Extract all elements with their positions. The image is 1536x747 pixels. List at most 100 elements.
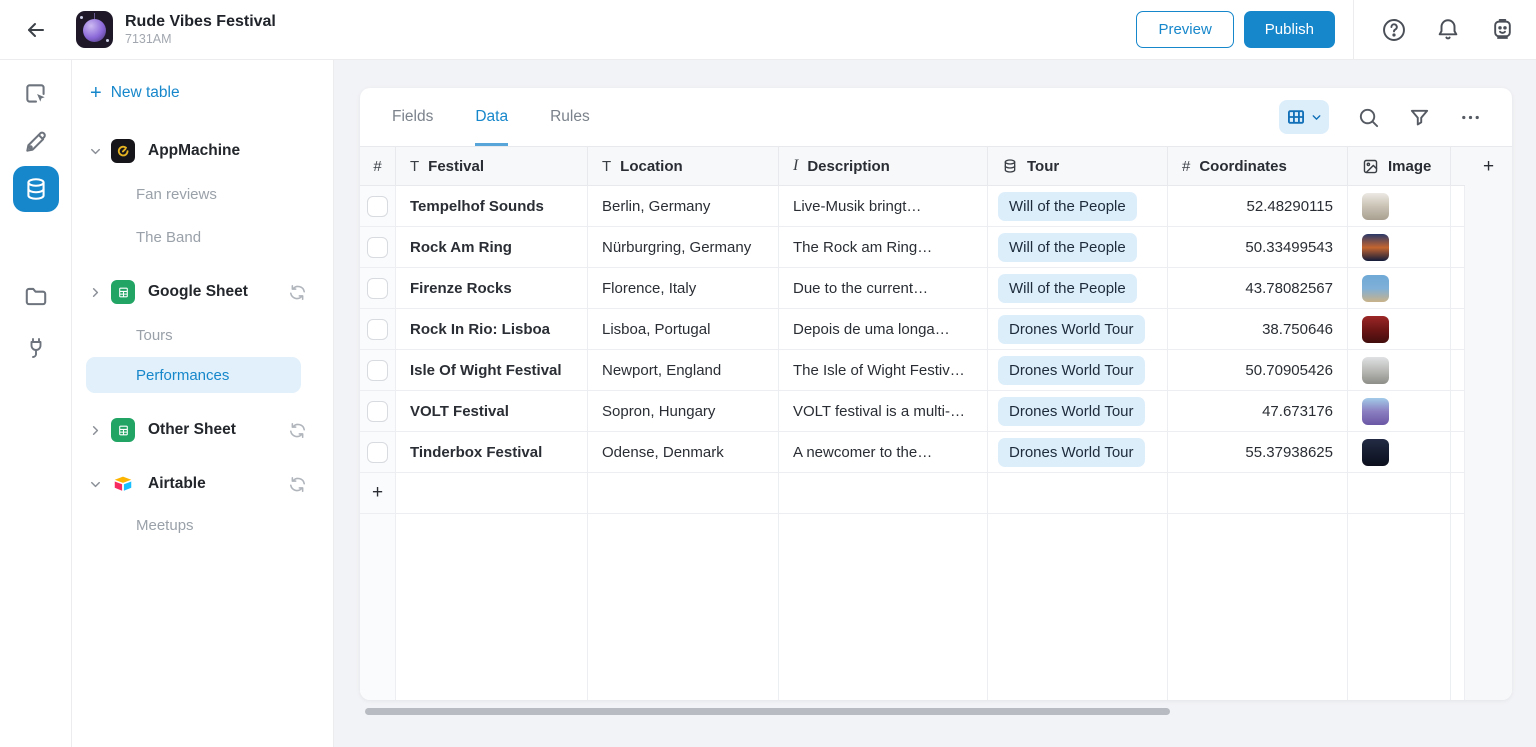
add-column-button[interactable]: + bbox=[1465, 147, 1512, 186]
column-header-coordinates[interactable]: # Coordinates bbox=[1168, 147, 1348, 186]
column-header-image[interactable]: Image bbox=[1348, 147, 1451, 186]
horizontal-scrollbar[interactable] bbox=[365, 708, 1170, 715]
rail-design-button[interactable] bbox=[22, 128, 50, 156]
cell-tour[interactable]: Drones World Tour bbox=[988, 309, 1168, 350]
chevron-down-icon[interactable] bbox=[88, 144, 104, 159]
cell-festival[interactable]: Tinderbox Festival bbox=[396, 432, 588, 473]
cell-description[interactable]: The Isle of Wight Festiv… bbox=[779, 350, 988, 391]
image-thumbnail[interactable] bbox=[1362, 398, 1389, 425]
sidebar-item-performances[interactable]: Performances bbox=[86, 357, 301, 393]
cell-tour[interactable]: Will of the People bbox=[988, 268, 1168, 309]
row-checkbox[interactable] bbox=[367, 278, 388, 299]
sidebar-group-google-sheet[interactable]: Google Sheet bbox=[72, 275, 333, 309]
cell-coordinates[interactable]: 38.750646 bbox=[1168, 309, 1348, 350]
tab-fields[interactable]: Fields bbox=[392, 88, 433, 146]
cell-coordinates[interactable]: 50.33499543 bbox=[1168, 227, 1348, 268]
chevron-down-icon[interactable] bbox=[88, 477, 104, 492]
column-header-festival[interactable]: T Festival bbox=[396, 147, 588, 186]
cell-festival[interactable]: Firenze Rocks bbox=[396, 268, 588, 309]
image-thumbnail[interactable] bbox=[1362, 234, 1389, 261]
help-button[interactable] bbox=[1374, 10, 1414, 50]
image-thumbnail[interactable] bbox=[1362, 316, 1389, 343]
column-header-description[interactable]: I Description bbox=[779, 147, 988, 186]
chevron-right-icon[interactable] bbox=[88, 423, 104, 438]
cell-location[interactable]: Florence, Italy bbox=[588, 268, 779, 309]
cell-festival[interactable]: Rock In Rio: Lisboa bbox=[396, 309, 588, 350]
row-checkbox[interactable] bbox=[367, 196, 388, 217]
column-header-location[interactable]: T Location bbox=[588, 147, 779, 186]
refresh-icon[interactable] bbox=[288, 475, 307, 494]
cell-location[interactable]: Odense, Denmark bbox=[588, 432, 779, 473]
back-button[interactable] bbox=[16, 10, 56, 50]
new-table-button[interactable]: + New table bbox=[90, 78, 180, 108]
refresh-icon[interactable] bbox=[288, 421, 307, 440]
cell-image[interactable] bbox=[1348, 391, 1451, 432]
rail-screens-button[interactable] bbox=[22, 80, 50, 108]
column-header-row-number[interactable]: # bbox=[360, 147, 396, 186]
image-thumbnail[interactable] bbox=[1362, 193, 1389, 220]
cell-image[interactable] bbox=[1348, 227, 1451, 268]
tab-rules[interactable]: Rules bbox=[550, 88, 590, 146]
row-checkbox[interactable] bbox=[367, 401, 388, 422]
cell-festival[interactable]: Isle Of Wight Festival bbox=[396, 350, 588, 391]
cell-coordinates[interactable]: 52.48290115 bbox=[1168, 186, 1348, 227]
sidebar-item-fan-reviews[interactable]: Fan reviews bbox=[72, 177, 333, 211]
column-header-tour[interactable]: Tour bbox=[988, 147, 1168, 186]
cell-festival[interactable]: VOLT Festival bbox=[396, 391, 588, 432]
cell-image[interactable] bbox=[1348, 268, 1451, 309]
account-button[interactable] bbox=[1482, 10, 1522, 50]
row-checkbox[interactable] bbox=[367, 319, 388, 340]
publish-button[interactable]: Publish bbox=[1244, 11, 1335, 48]
cell-description[interactable]: The Rock am Ring… bbox=[779, 227, 988, 268]
sidebar-group-other-sheet[interactable]: Other Sheet bbox=[72, 413, 333, 447]
rail-integrations-button[interactable] bbox=[22, 334, 50, 362]
cell-coordinates[interactable]: 50.70905426 bbox=[1168, 350, 1348, 391]
cell-tour[interactable]: Drones World Tour bbox=[988, 391, 1168, 432]
cell-tour[interactable]: Drones World Tour bbox=[988, 432, 1168, 473]
rail-files-button[interactable] bbox=[22, 282, 50, 310]
more-options-button[interactable] bbox=[1458, 105, 1482, 129]
sidebar-item-meetups[interactable]: Meetups bbox=[72, 508, 333, 542]
rail-data-button[interactable] bbox=[13, 166, 59, 212]
cell-description[interactable]: Live-Musik bringt… bbox=[779, 186, 988, 227]
notifications-button[interactable] bbox=[1428, 10, 1468, 50]
cell-description[interactable]: Depois de uma longa… bbox=[779, 309, 988, 350]
cell-coordinates[interactable]: 47.673176 bbox=[1168, 391, 1348, 432]
cell-description[interactable]: A newcomer to the… bbox=[779, 432, 988, 473]
refresh-icon[interactable] bbox=[288, 283, 307, 302]
cell-coordinates[interactable]: 43.78082567 bbox=[1168, 268, 1348, 309]
add-row-button[interactable]: + bbox=[360, 473, 396, 514]
image-thumbnail[interactable] bbox=[1362, 439, 1389, 466]
cell-image[interactable] bbox=[1348, 309, 1451, 350]
cell-coordinates[interactable]: 55.37938625 bbox=[1168, 432, 1348, 473]
cell-location[interactable]: Lisboa, Portugal bbox=[588, 309, 779, 350]
sidebar-group-airtable[interactable]: Airtable bbox=[72, 467, 333, 501]
search-button[interactable] bbox=[1356, 105, 1380, 129]
sidebar-item-the-band[interactable]: The Band bbox=[72, 220, 333, 254]
cell-tour[interactable]: Will of the People bbox=[988, 227, 1168, 268]
cell-image[interactable] bbox=[1348, 350, 1451, 391]
cell-image[interactable] bbox=[1348, 186, 1451, 227]
cell-festival[interactable]: Rock Am Ring bbox=[396, 227, 588, 268]
row-checkbox[interactable] bbox=[367, 360, 388, 381]
tab-data[interactable]: Data bbox=[475, 88, 508, 146]
cell-image[interactable] bbox=[1348, 432, 1451, 473]
cell-location[interactable]: Nürburgring, Germany bbox=[588, 227, 779, 268]
row-checkbox[interactable] bbox=[367, 237, 388, 258]
image-thumbnail[interactable] bbox=[1362, 275, 1389, 302]
sidebar-group-appmachine[interactable]: AppMachine bbox=[72, 134, 333, 168]
cell-description[interactable]: Due to the current… bbox=[779, 268, 988, 309]
sidebar-item-tours[interactable]: Tours bbox=[72, 318, 333, 352]
filter-button[interactable] bbox=[1407, 105, 1431, 129]
cell-location[interactable]: Berlin, Germany bbox=[588, 186, 779, 227]
cell-tour[interactable]: Drones World Tour bbox=[988, 350, 1168, 391]
row-checkbox[interactable] bbox=[367, 442, 388, 463]
image-thumbnail[interactable] bbox=[1362, 357, 1389, 384]
cell-location[interactable]: Sopron, Hungary bbox=[588, 391, 779, 432]
grid-view-button[interactable] bbox=[1279, 100, 1329, 134]
cell-description[interactable]: VOLT festival is a multi-… bbox=[779, 391, 988, 432]
cell-location[interactable]: Newport, England bbox=[588, 350, 779, 391]
chevron-right-icon[interactable] bbox=[88, 285, 104, 300]
cell-festival[interactable]: Tempelhof Sounds bbox=[396, 186, 588, 227]
preview-button[interactable]: Preview bbox=[1136, 11, 1233, 48]
